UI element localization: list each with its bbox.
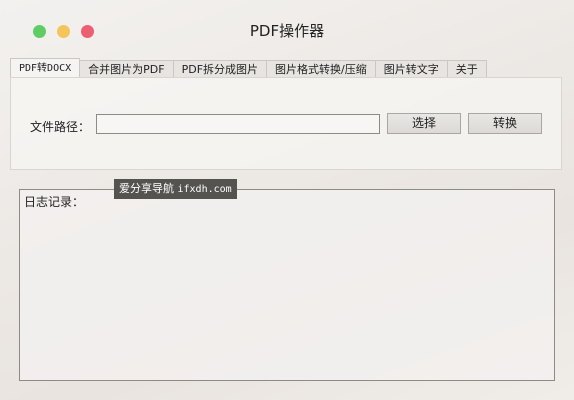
select-file-button[interactable]: 选择 bbox=[387, 113, 461, 134]
log-area[interactable]: 日志记录： bbox=[19, 189, 555, 381]
convert-button[interactable]: 转换 bbox=[468, 113, 542, 134]
tab-image-convert-compress[interactable]: 图片格式转换/压缩 bbox=[266, 60, 376, 77]
tab-panel-pdf-to-docx: 文件路径： 选择 转换 bbox=[10, 77, 562, 170]
watermark-url: ifxdh.com bbox=[177, 184, 232, 195]
tab-about[interactable]: 关于 bbox=[446, 60, 487, 77]
log-label: 日志记录： bbox=[24, 195, 85, 209]
file-path-input[interactable] bbox=[96, 114, 380, 134]
tab-bar: PDF转DOCX 合并图片为PDF PDF拆分成图片 图片格式转换/压缩 图片转… bbox=[10, 58, 487, 78]
watermark-badge: 爱分享导航 ifxdh.com bbox=[114, 179, 237, 199]
tab-split-pdf-to-images[interactable]: PDF拆分成图片 bbox=[172, 60, 268, 77]
title-bar: PDF操作器 bbox=[0, 0, 574, 58]
tab-merge-images-to-pdf[interactable]: 合并图片为PDF bbox=[79, 60, 174, 77]
tab-image-to-text[interactable]: 图片转文字 bbox=[374, 60, 448, 77]
window-title: PDF操作器 bbox=[249, 22, 325, 40]
file-path-label: 文件路径： bbox=[30, 120, 91, 134]
watermark-text: 爱分享导航 bbox=[119, 182, 174, 195]
tab-pdf-to-docx[interactable]: PDF转DOCX bbox=[10, 58, 81, 77]
